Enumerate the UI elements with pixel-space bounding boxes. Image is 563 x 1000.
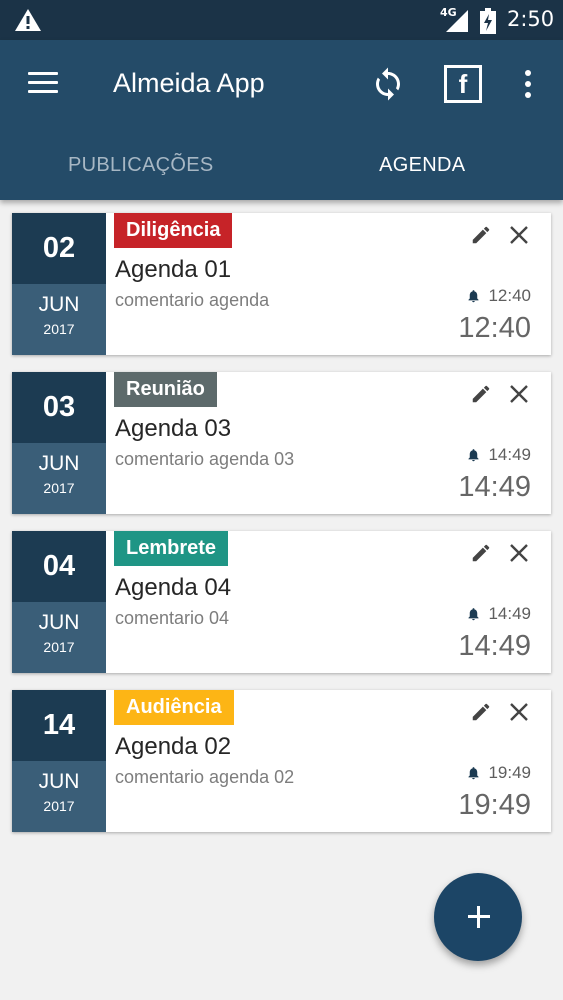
event-year: 2017: [43, 321, 75, 337]
event-month: JUN: [38, 611, 80, 634]
event-time: 14:49: [458, 630, 531, 662]
event-alarm-time: 12:40: [488, 286, 531, 305]
signal-icon: [446, 10, 468, 32]
agenda-card[interactable]: 14 JUN 2017 Audiência Agenda 02 comentar…: [12, 690, 551, 832]
event-alarm: 14:49: [466, 445, 531, 465]
event-time: 12:40: [458, 312, 531, 344]
close-icon[interactable]: [509, 384, 529, 404]
event-category-tag: Audiência: [114, 690, 234, 725]
app-bar: Almeida App f PUBLICAÇÕES AGENDA: [0, 40, 563, 200]
event-alarm-time: 14:49: [488, 604, 531, 623]
event-alarm: 12:40: [466, 286, 531, 306]
close-icon[interactable]: [509, 225, 529, 245]
facebook-icon[interactable]: f: [444, 65, 482, 103]
event-month-year: JUN 2017: [12, 284, 106, 355]
event-month: JUN: [38, 293, 80, 316]
event-month-year: JUN 2017: [12, 761, 106, 832]
event-month: JUN: [38, 452, 80, 475]
event-title: Agenda 02: [115, 733, 232, 760]
bell-icon: [468, 449, 479, 462]
menu-icon[interactable]: [24, 68, 60, 100]
battery-charging-icon: [480, 8, 496, 34]
event-month-year: JUN 2017: [12, 602, 106, 673]
agenda-card[interactable]: 03 JUN 2017 Reunião Agenda 03 comentario…: [12, 372, 551, 514]
app-title: Almeida App: [113, 68, 265, 98]
event-comment: comentario agenda 02: [115, 767, 295, 787]
event-year: 2017: [43, 480, 75, 496]
event-day: 04: [12, 531, 106, 602]
event-time: 19:49: [458, 789, 531, 821]
tab-agenda[interactable]: AGENDA: [282, 140, 563, 200]
edit-icon[interactable]: [470, 701, 492, 723]
edit-icon[interactable]: [470, 224, 492, 246]
event-alarm-time: 19:49: [488, 763, 531, 782]
event-time: 14:49: [458, 471, 531, 503]
facebook-glyph: f: [458, 69, 468, 99]
event-comment: comentario agenda: [115, 290, 270, 310]
event-title: Agenda 01: [115, 256, 232, 283]
event-alarm: 19:49: [466, 763, 531, 783]
event-category-tag: Diligência: [114, 213, 233, 248]
event-month: JUN: [38, 770, 80, 793]
tab-publicacoes[interactable]: PUBLICAÇÕES: [0, 140, 282, 200]
status-bar: 4G 2:50: [0, 0, 563, 40]
event-alarm: 14:49: [466, 604, 531, 624]
status-time: 2:50: [507, 7, 555, 31]
event-year: 2017: [43, 639, 75, 655]
close-icon[interactable]: [509, 702, 529, 722]
add-button[interactable]: [434, 873, 522, 961]
event-day: 14: [12, 690, 106, 761]
event-day: 03: [12, 372, 106, 443]
event-alarm-time: 14:49: [488, 445, 531, 464]
sync-icon[interactable]: [370, 66, 406, 102]
event-title: Agenda 03: [115, 415, 232, 442]
event-month-year: JUN 2017: [12, 443, 106, 514]
bell-icon: [468, 290, 479, 303]
edit-icon[interactable]: [470, 542, 492, 564]
event-category-tag: Lembrete: [114, 531, 229, 566]
warning-icon: [15, 9, 41, 31]
tab-bar: PUBLICAÇÕES AGENDA: [0, 140, 563, 200]
event-comment: comentario 04: [115, 608, 230, 628]
edit-icon[interactable]: [470, 383, 492, 405]
event-title: Agenda 04: [115, 574, 232, 601]
agenda-card[interactable]: 04 JUN 2017 Lembrete Agenda 04 comentari…: [12, 531, 551, 673]
more-vert-icon[interactable]: [516, 68, 540, 100]
bell-icon: [468, 767, 479, 780]
event-day: 02: [12, 213, 106, 284]
bell-icon: [468, 608, 479, 621]
event-year: 2017: [43, 798, 75, 814]
event-comment: comentario agenda 03: [115, 449, 295, 469]
agenda-list: 02 JUN 2017 Diligência Agenda 01 comenta…: [12, 213, 551, 849]
agenda-card[interactable]: 02 JUN 2017 Diligência Agenda 01 comenta…: [12, 213, 551, 355]
event-category-tag: Reunião: [114, 372, 217, 407]
close-icon[interactable]: [509, 543, 529, 563]
